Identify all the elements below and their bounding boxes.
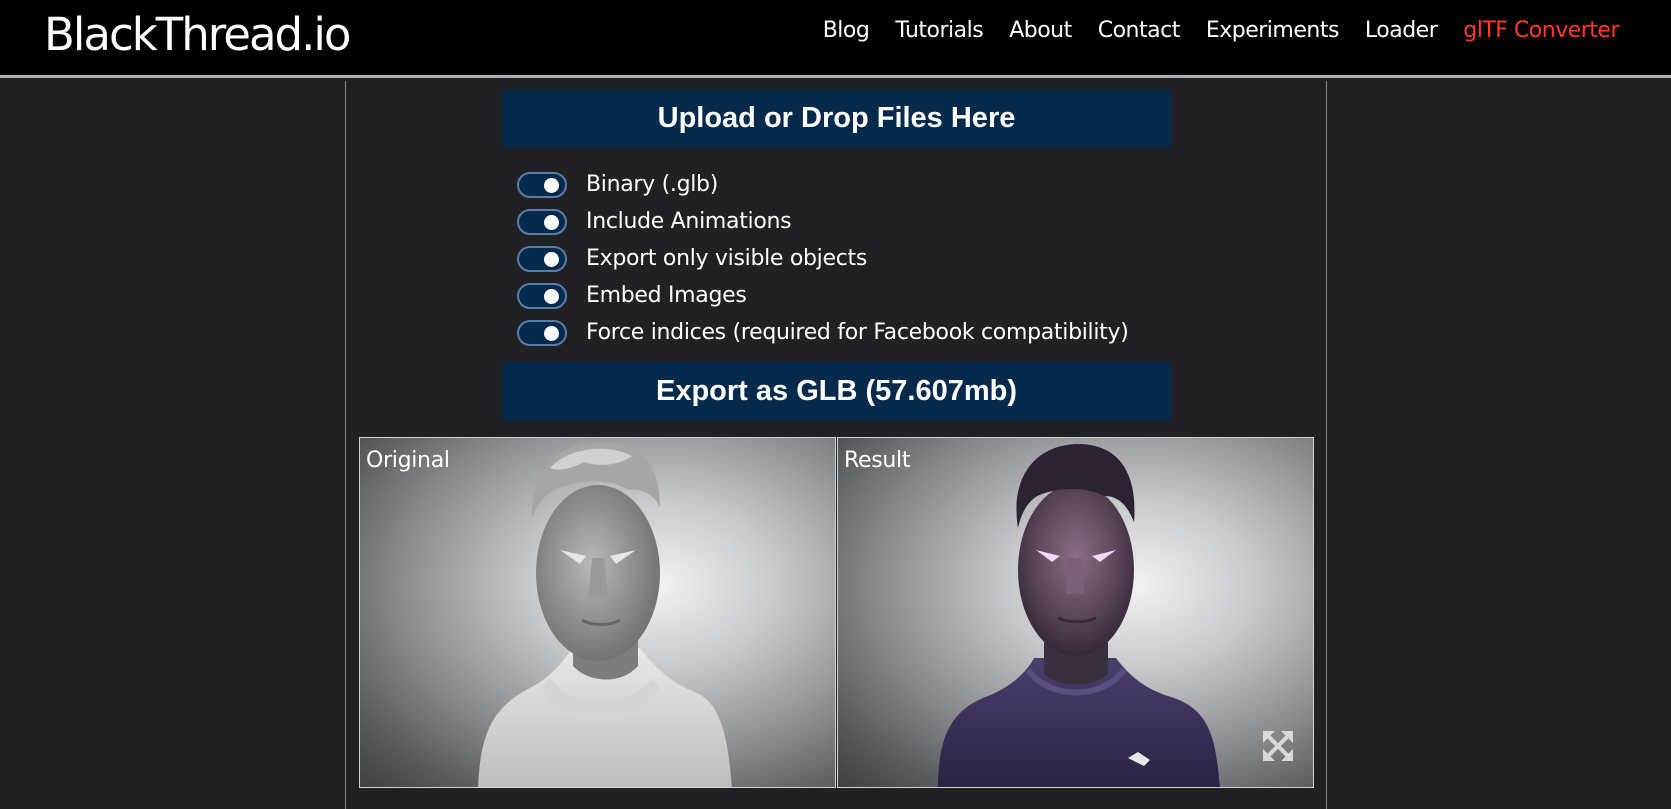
option-label: Export only visible objects (586, 246, 868, 271)
option-label: Force indices (required for Facebook com… (586, 320, 1129, 345)
option-label: Embed Images (586, 283, 747, 308)
option-embed-images: Embed Images (517, 277, 1129, 314)
embed-images-toggle[interactable] (517, 282, 567, 309)
option-include-animations: Include Animations (517, 203, 1129, 240)
nav-link-loader[interactable]: Loader (1365, 18, 1438, 43)
nav-link-blog[interactable]: Blog (823, 18, 870, 43)
nav-link-gltf-converter[interactable]: glTF Converter (1463, 18, 1619, 43)
result-bust-render (938, 443, 1220, 787)
result-model-viewer[interactable]: Result (837, 437, 1314, 788)
nav-link-experiments[interactable]: Experiments (1206, 18, 1340, 43)
expand-arrows-icon[interactable] (1261, 729, 1295, 763)
main-nav: Blog Tutorials About Contact Experiments… (823, 18, 1620, 43)
export-options: Binary (.glb) Include Animations Export … (517, 166, 1129, 351)
nav-link-tutorials[interactable]: Tutorials (895, 18, 983, 43)
export-glb-button[interactable]: Export as GLB (57.607mb) (502, 362, 1171, 421)
upload-drop-button[interactable]: Upload or Drop Files Here (502, 89, 1171, 148)
include-animations-toggle[interactable] (517, 208, 567, 235)
result-viewer-label: Result (844, 448, 911, 473)
nav-link-about[interactable]: About (1009, 18, 1072, 43)
option-binary-glb: Binary (.glb) (517, 166, 1129, 203)
visible-objects-toggle[interactable] (517, 245, 567, 272)
original-viewer-label: Original (366, 448, 450, 473)
original-bust-render (478, 441, 732, 787)
option-force-indices: Force indices (required for Facebook com… (517, 314, 1129, 351)
original-model-viewer[interactable]: Original (359, 437, 836, 788)
option-label: Include Animations (586, 209, 792, 234)
site-logo[interactable]: BlackThread.io (44, 8, 351, 61)
force-indices-toggle[interactable] (517, 319, 567, 346)
navbar: BlackThread.io Blog Tutorials About Cont… (0, 0, 1671, 78)
nav-link-contact[interactable]: Contact (1098, 18, 1181, 43)
binary-glb-toggle[interactable] (517, 171, 567, 198)
option-visible-objects: Export only visible objects (517, 240, 1129, 277)
option-label: Binary (.glb) (586, 172, 718, 197)
